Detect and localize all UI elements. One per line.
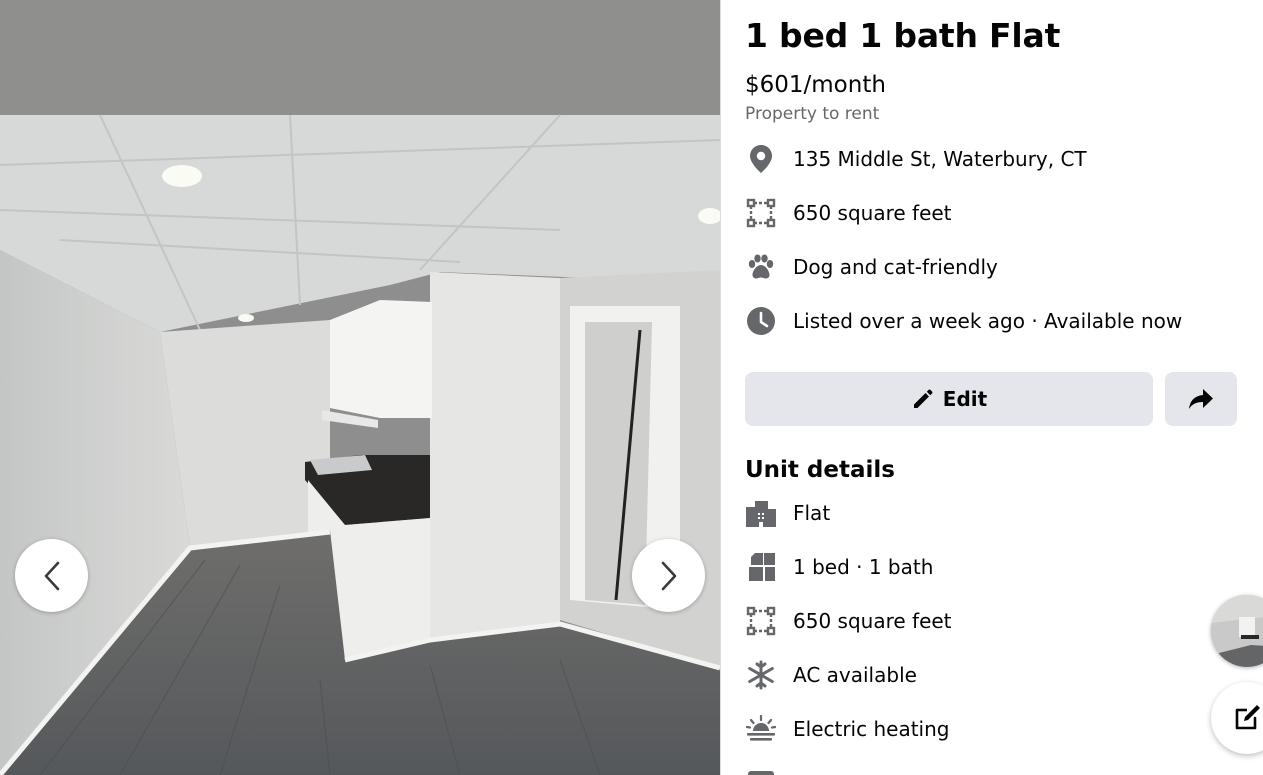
share-button[interactable]	[1165, 372, 1237, 426]
edit-button-label: Edit	[942, 387, 988, 411]
rooms-icon	[745, 551, 777, 583]
rooms-row: 1 bed · 1 bath	[745, 550, 933, 584]
unit-area-row: 650 square feet	[745, 604, 952, 638]
clock-icon	[745, 305, 777, 337]
listing-photo-viewer[interactable]	[0, 0, 720, 775]
next-photo-button[interactable]	[632, 539, 705, 612]
listing-type: Property to rent	[745, 104, 880, 124]
compose-message-icon	[1235, 705, 1260, 730]
area-row: 650 square feet	[745, 196, 952, 230]
listing-photo	[0, 0, 720, 775]
next-detail-row	[745, 766, 793, 775]
rooms-text: 1 bed · 1 bath	[793, 555, 934, 579]
listing-price: $601/month	[745, 72, 886, 98]
floor-area-icon	[745, 197, 777, 229]
location-row[interactable]: 135 Middle St, Waterbury, CT	[745, 142, 1087, 176]
previous-photo-button[interactable]	[15, 539, 88, 612]
edit-button[interactable]: Edit	[745, 372, 1153, 426]
paw-icon	[745, 251, 777, 283]
building-icon	[745, 497, 777, 529]
unit-details-heading: Unit details	[745, 457, 895, 483]
pencil-icon	[913, 389, 933, 408]
ac-row: AC available	[745, 658, 917, 692]
chevron-left-icon	[44, 561, 59, 590]
heating-text: Electric heating	[793, 717, 950, 741]
unit-type-text: Flat	[793, 501, 831, 525]
floor-area-icon	[745, 605, 777, 637]
heating-icon	[745, 713, 777, 745]
location-pin-icon	[745, 143, 777, 175]
snowflake-icon	[745, 659, 777, 691]
area-text: 650 square feet	[793, 201, 952, 225]
listing-details-panel: 1 bed 1 bath Flat $601/month Property to…	[720, 0, 1263, 775]
ac-text: AC available	[793, 663, 917, 687]
location-text: 135 Middle St, Waterbury, CT	[793, 147, 1087, 171]
listing-title: 1 bed 1 bath Flat	[745, 16, 1061, 55]
listed-text: Listed over a week ago · Available now	[793, 309, 1183, 333]
heating-row: Electric heating	[745, 712, 949, 746]
unit-area-text: 650 square feet	[793, 609, 952, 633]
pets-row: Dog and cat-friendly	[745, 250, 998, 284]
listed-row: Listed over a week ago · Available now	[745, 304, 1182, 338]
pets-text: Dog and cat-friendly	[793, 255, 998, 279]
chevron-right-icon	[661, 561, 676, 590]
share-arrow-icon	[1189, 389, 1213, 409]
partial-detail-icon	[745, 767, 777, 775]
unit-type-row: Flat	[745, 496, 830, 530]
